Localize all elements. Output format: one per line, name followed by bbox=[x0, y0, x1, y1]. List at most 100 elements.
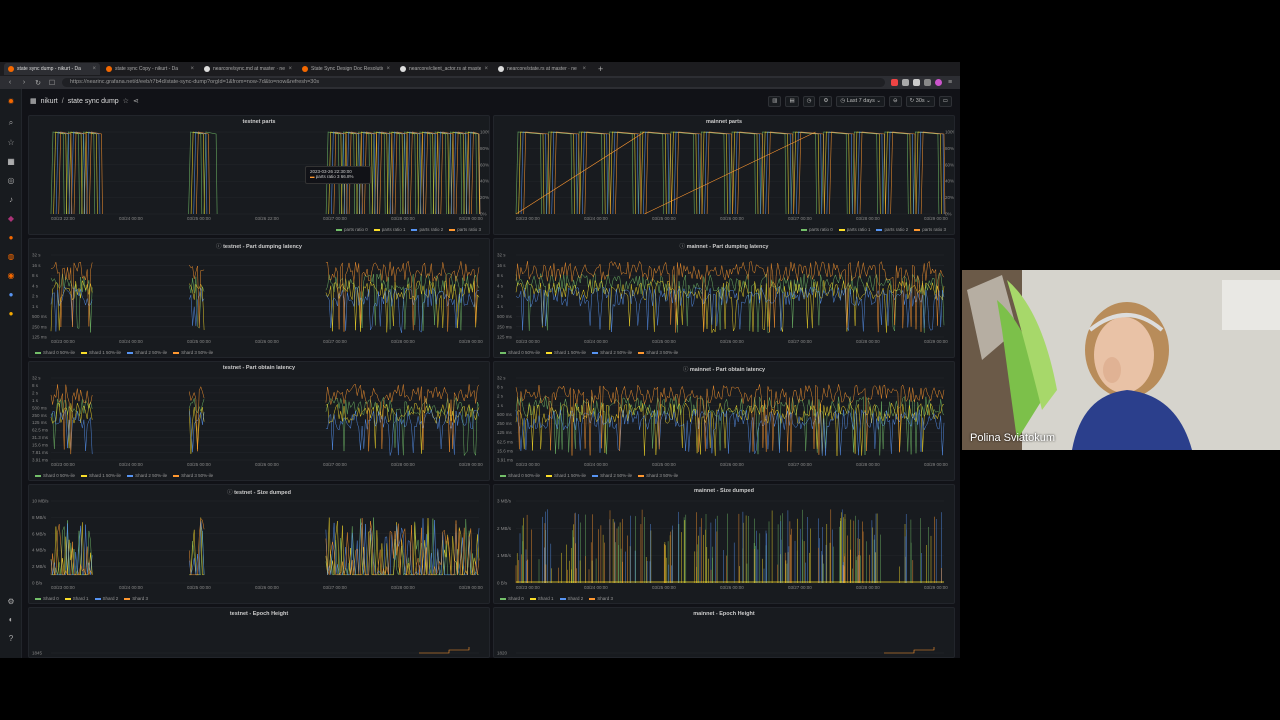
panel-testnet-size[interactable]: ⓘ testnet - Size dumped 10 MB/s 8 MB/s 6 MB… bbox=[28, 484, 490, 604]
legend-item[interactable]: Shard 3 50%-ile bbox=[638, 473, 678, 478]
legend-item[interactable]: Shard 1 50%-ile bbox=[81, 350, 121, 355]
panel-testnet-parts[interactable]: testnet parts 100% 80% 60% 40% 20% 0% 03/23 22:… bbox=[28, 115, 490, 235]
bookmark-icon[interactable]: ☐ bbox=[48, 79, 56, 87]
app-icon[interactable]: ● bbox=[6, 233, 16, 243]
extension-icon[interactable] bbox=[891, 79, 898, 86]
legend-item[interactable]: Shard 1 bbox=[64, 596, 89, 601]
panel-mainnet-dump[interactable]: ⓘ mainnet - Part dumping latency 32 s 16 s… bbox=[493, 238, 955, 358]
legend-item[interactable]: parts ratio 0 bbox=[335, 227, 368, 232]
legend-item[interactable]: Shard 3 50%-ile bbox=[173, 473, 213, 478]
legend-item[interactable]: Shard 3 50%-ile bbox=[638, 350, 678, 355]
new-tab-button[interactable]: + bbox=[592, 64, 609, 74]
legend-item[interactable]: Shard 0 50%-ile bbox=[35, 350, 75, 355]
close-tab-icon[interactable]: × bbox=[190, 66, 194, 72]
panel-title[interactable]: mainnet - Size dumped bbox=[494, 488, 954, 494]
browser-tab[interactable]: State Sync Design Doc Resolutio × bbox=[298, 63, 394, 75]
legend-item[interactable]: Shard 3 bbox=[589, 596, 613, 601]
settings-icon[interactable]: ⚙ bbox=[819, 95, 833, 107]
browser-tab[interactable]: nearcore/state.rs at master · ne × bbox=[494, 63, 590, 75]
search-icon[interactable]: ⌕ bbox=[6, 118, 16, 128]
browser-tab[interactable]: state sync dump - nikurt - Da × bbox=[4, 63, 100, 75]
panel-title[interactable]: ⓘ mainnet - Part dumping latency bbox=[494, 242, 954, 250]
back-icon[interactable]: ‹ bbox=[6, 79, 14, 86]
panel-title[interactable]: ⓘ testnet - Part dumping latency bbox=[29, 242, 489, 250]
panel-title[interactable]: testnet parts bbox=[29, 119, 489, 125]
url-field[interactable]: https://nearinc.grafana.net/d/eeb/r7b4d/… bbox=[62, 78, 885, 87]
legend-item[interactable]: Shard 1 50%-ile bbox=[546, 350, 586, 355]
oncall-icon[interactable]: ◆ bbox=[6, 214, 16, 224]
puzzle-icon[interactable] bbox=[913, 79, 920, 86]
grafana-logo-icon[interactable]: ✹ bbox=[6, 97, 16, 107]
app-icon[interactable]: ◍ bbox=[6, 252, 16, 262]
time-picker[interactable]: ◷ Last 7 days ⌄ bbox=[836, 95, 886, 107]
close-tab-icon[interactable]: × bbox=[288, 66, 292, 72]
share-icon[interactable]: ⋖ bbox=[133, 97, 139, 105]
tv-mode-icon[interactable]: ▭ bbox=[938, 95, 952, 107]
app-icon[interactable]: ◉ bbox=[6, 271, 16, 281]
legend-item[interactable]: parts ratio 2 bbox=[876, 227, 908, 232]
menu-icon[interactable]: ≡ bbox=[946, 79, 954, 86]
legend-item[interactable]: Shard 1 bbox=[529, 596, 554, 601]
panel-title[interactable]: ⓘ testnet - Size dumped bbox=[29, 488, 489, 496]
browser-tab[interactable]: nearcore/sync.md at master · ne × bbox=[200, 63, 296, 75]
info-icon[interactable]: ⓘ bbox=[683, 367, 690, 373]
panel-mainnet-size[interactable]: mainnet - Size dumped 3 MB/s 2 MB/s 1 MB/s 0… bbox=[493, 484, 955, 604]
starred-icon[interactable]: ☆ bbox=[6, 138, 16, 148]
star-icon[interactable]: ☆ bbox=[123, 97, 129, 105]
save-icon[interactable]: ▤ bbox=[785, 95, 799, 107]
panel-title[interactable]: testnet - Part obtain latency bbox=[29, 365, 489, 371]
panel-mainnet-parts[interactable]: mainnet parts 100% 80% 60% 40% 20% 0% 03/23 00:… bbox=[493, 115, 955, 235]
panel-title[interactable]: mainnet - Epoch Height bbox=[494, 611, 954, 617]
legend-item[interactable]: parts ratio 3 bbox=[449, 227, 481, 232]
panel-mainnet-obtain[interactable]: ⓘ mainnet - Part obtain latency 32 s 8 s 2 … bbox=[493, 361, 955, 481]
legend-item[interactable]: Shard 2 50%-ile bbox=[592, 350, 632, 355]
dashboards-icon[interactable]: ▦ bbox=[6, 157, 16, 167]
close-tab-icon[interactable]: × bbox=[484, 66, 488, 72]
dashboard-title[interactable]: state sync dump bbox=[68, 98, 119, 105]
panel-mainnet-epoch[interactable]: mainnet - Epoch Height 1820 bbox=[493, 607, 955, 658]
browser-tab[interactable]: nearcore/client_actor.rs at maste × bbox=[396, 63, 492, 75]
close-tab-icon[interactable]: × bbox=[386, 66, 390, 72]
breadcrumb-owner[interactable]: nikurt bbox=[41, 98, 58, 105]
legend-item[interactable]: Shard 3 50%-ile bbox=[173, 350, 213, 355]
legend-item[interactable]: parts ratio 2 bbox=[411, 227, 443, 232]
panel-testnet-epoch[interactable]: testnet - Epoch Height 1845 bbox=[28, 607, 490, 658]
legend-item[interactable]: parts ratio 1 bbox=[838, 227, 870, 232]
legend-item[interactable]: Shard 0 50%-ile bbox=[35, 473, 75, 478]
explore-icon[interactable]: ◎ bbox=[6, 176, 16, 186]
panel-title[interactable]: testnet - Epoch Height bbox=[29, 611, 489, 617]
legend-item[interactable]: Shard 0 bbox=[500, 596, 524, 601]
profile-avatar[interactable] bbox=[935, 79, 942, 86]
legend-item[interactable]: Shard 1 50%-ile bbox=[546, 473, 586, 478]
extension-icon[interactable] bbox=[902, 79, 909, 86]
sidebar-toggle-icon[interactable] bbox=[924, 79, 931, 86]
alerting-icon[interactable]: ♪ bbox=[6, 195, 16, 205]
legend-item[interactable]: Shard 2 50%-ile bbox=[127, 350, 167, 355]
legend-item[interactable]: Shard 0 50%-ile bbox=[500, 350, 540, 355]
legend-item[interactable]: Shard 2 50%-ile bbox=[592, 473, 632, 478]
panel-title[interactable]: mainnet parts bbox=[494, 119, 954, 125]
legend-item[interactable]: Shard 2 bbox=[559, 596, 583, 601]
panel-testnet-obtain[interactable]: testnet - Part obtain latency 32 s 8 s 2 s 1… bbox=[28, 361, 490, 481]
legend-item[interactable]: parts ratio 3 bbox=[914, 227, 946, 232]
close-tab-icon[interactable]: × bbox=[92, 66, 96, 72]
info-icon[interactable]: ⓘ bbox=[680, 244, 687, 250]
add-panel-icon[interactable]: ▥ bbox=[768, 95, 782, 107]
browser-tab[interactable]: state sync Copy - nikurt - Da × bbox=[102, 63, 198, 75]
legend-item[interactable]: parts ratio 1 bbox=[373, 227, 405, 232]
legend-item[interactable]: Shard 1 50%-ile bbox=[81, 473, 121, 478]
panel-title[interactable]: ⓘ mainnet - Part obtain latency bbox=[494, 365, 954, 373]
legend-item[interactable]: Shard 2 50%-ile bbox=[127, 473, 167, 478]
legend-item[interactable]: Shard 0 bbox=[35, 596, 59, 601]
gear-icon[interactable]: ⚙ bbox=[6, 597, 16, 607]
panel-testnet-dump[interactable]: ⓘ testnet - Part dumping latency 32 s 16 s… bbox=[28, 238, 490, 358]
help-icon[interactable]: ? bbox=[6, 634, 16, 644]
close-tab-icon[interactable]: × bbox=[582, 66, 586, 72]
app-icon[interactable]: ● bbox=[6, 290, 16, 300]
reload-icon[interactable]: ↻ bbox=[34, 79, 42, 87]
legend-item[interactable]: Shard 2 bbox=[94, 596, 118, 601]
history-icon[interactable]: ◷ bbox=[802, 95, 816, 107]
forward-icon[interactable]: › bbox=[20, 79, 28, 86]
legend-item[interactable]: parts ratio 0 bbox=[800, 227, 833, 232]
zoom-out-icon[interactable]: ⊖ bbox=[889, 95, 902, 107]
